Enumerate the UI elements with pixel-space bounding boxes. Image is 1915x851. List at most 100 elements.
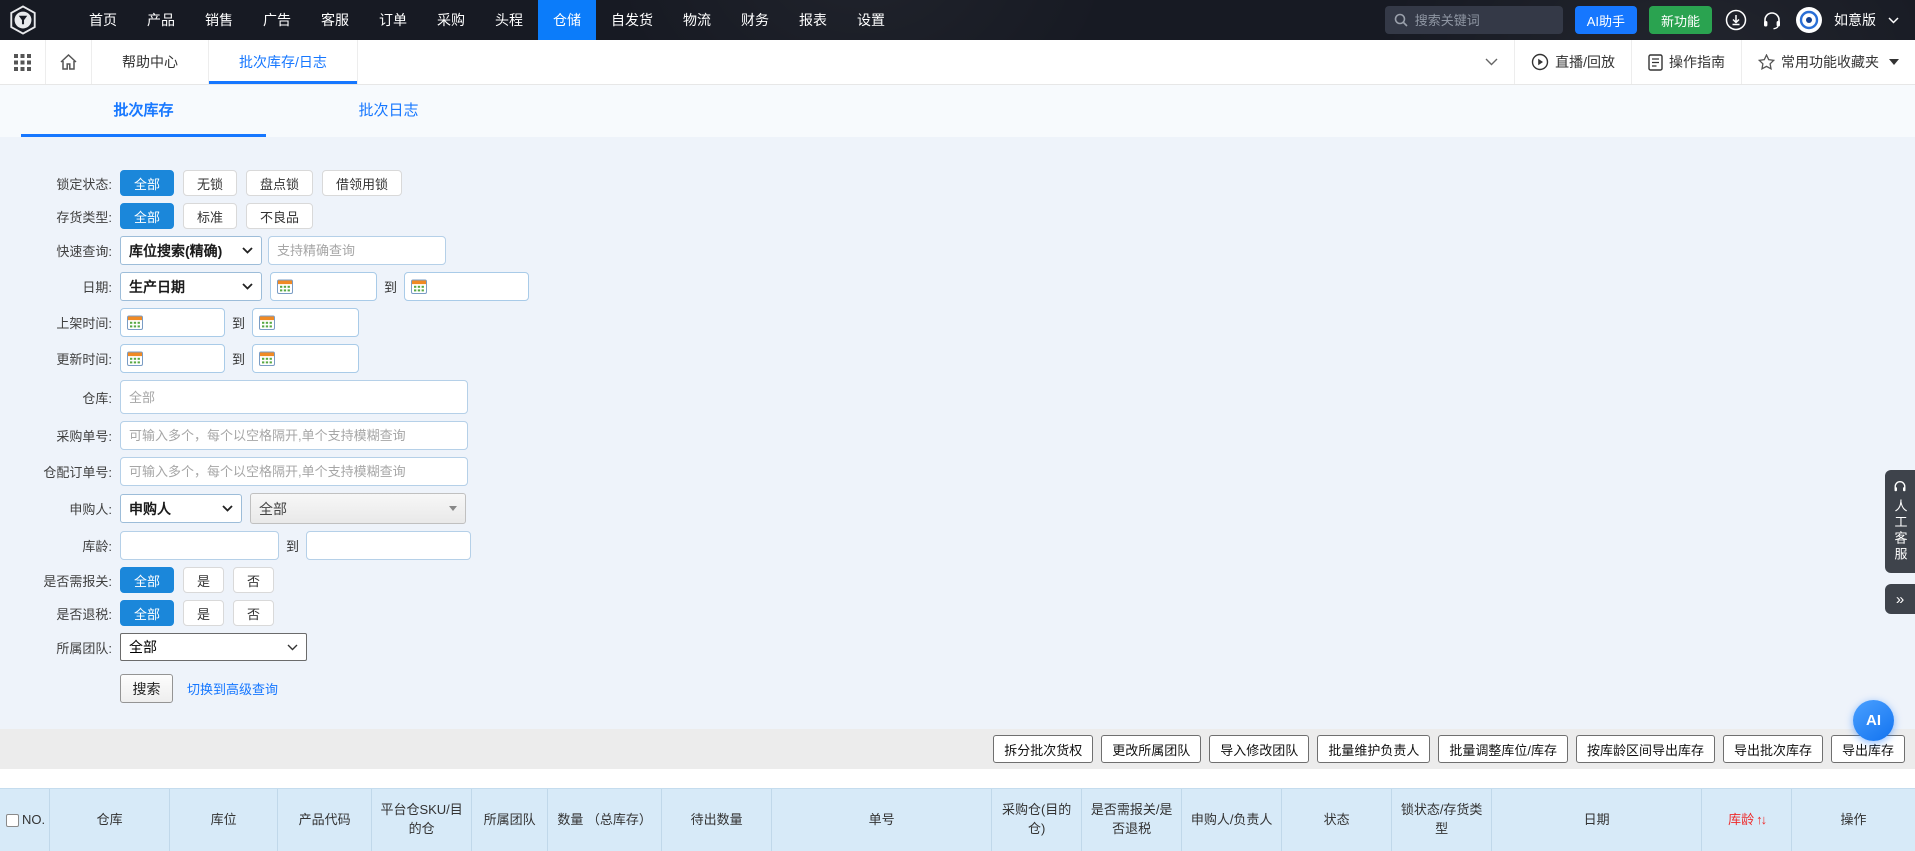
nav-item-reports[interactable]: 报表 [784,0,842,40]
export-batch-inventory-button[interactable]: 导出批次库存 [1722,735,1823,763]
column-header-quantity: 数量 （总库存） [548,789,663,851]
warehouse-input[interactable] [120,380,468,414]
date-end-input[interactable] [404,272,530,301]
date-label: 日期: [82,280,112,295]
nav-item-orders[interactable]: 订单 [364,0,422,40]
user-avatar[interactable] [1796,7,1822,33]
advanced-search-link[interactable]: 切换到高级查询 [187,679,278,698]
nav-item-logistics[interactable]: 物流 [668,0,726,40]
app-logo-icon[interactable] [8,5,38,35]
download-icon[interactable] [1724,8,1748,32]
nav-item-product[interactable]: 产品 [132,0,190,40]
operation-guide-button[interactable]: 操作指南 [1632,40,1741,84]
collapse-panel-button[interactable]: » [1885,584,1915,614]
lock-status-option-unlocked[interactable]: 无锁 [183,170,238,196]
column-header-purchase-warehouse: 采购仓(目的仓) [992,789,1083,851]
column-header-team: 所属团队 [472,789,549,851]
purchase-no-input[interactable] [120,421,468,450]
export-by-age-range-button[interactable]: 按库龄区间导出库存 [1575,735,1715,763]
nav-item-finance[interactable]: 财务 [726,0,784,40]
search-button[interactable]: 搜索 [120,674,173,703]
favorites-menu-button[interactable]: 常用功能收藏夹 [1742,40,1915,84]
warehouse-label: 仓库: [82,390,112,406]
column-header-date: 日期 [1492,789,1703,851]
home-icon[interactable] [46,40,92,84]
update-time-start-input[interactable] [120,344,225,373]
fulfill-order-no-label: 仓配订单号: [43,465,112,480]
tab-collapse-chevron-icon[interactable] [1469,40,1514,84]
tax-refund-option-yes[interactable]: 是 [183,600,225,626]
shelf-time-end-input[interactable] [252,308,360,337]
shelf-time-start-input[interactable] [120,308,225,337]
fulfill-order-no-input[interactable] [120,457,468,486]
chevron-down-icon [222,505,233,512]
need-customs-option-all[interactable]: 全部 [120,567,175,593]
column-header-stock-age-sortable[interactable]: 库龄 ↑↓ [1702,789,1793,851]
tab-bar-right: 直播/回放 操作指南 常用功能收藏夹 [1469,40,1915,84]
lock-status-option-stocktake-lock[interactable]: 盘点锁 [246,170,314,196]
live-replay-button[interactable]: 直播/回放 [1515,40,1631,84]
nav-item-sales[interactable]: 销售 [190,0,248,40]
quick-search-type-select[interactable]: 库位搜索(精确) [120,236,262,265]
stock-age-min-input[interactable] [120,531,279,560]
column-header-warehouse: 仓库 [50,789,171,851]
batch-adjust-location-button[interactable]: 批量调整库位/库存 [1438,735,1568,763]
chevron-down-icon [287,644,298,650]
date-start-input[interactable] [270,272,377,301]
nav-item-home[interactable]: 首页 [74,0,132,40]
lock-status-option-borrow-lock[interactable]: 借领用锁 [322,170,403,196]
nav-item-first-leg[interactable]: 头程 [480,0,538,40]
global-search-input[interactable] [1414,12,1545,28]
stock-type-option-defective[interactable]: 不良品 [246,203,314,229]
version-chevron-down-icon[interactable] [1888,16,1899,24]
quick-search-type-value: 库位搜索(精确) [129,242,223,259]
requester-person-select[interactable]: 全部 [250,493,466,524]
stock-type-option-standard[interactable]: 标准 [183,203,238,229]
quick-search-input[interactable] [268,236,446,265]
tab-batch-inventory-log[interactable]: 批次库存/日志 [209,40,358,84]
date-type-select[interactable]: 生产日期 [120,272,262,301]
column-header-operations: 操作 [1840,811,1867,827]
team-select[interactable]: 全部 [120,633,307,661]
favorites-label: 常用功能收藏夹 [1781,54,1879,70]
nav-item-warehouse[interactable]: 仓储 [538,0,596,40]
ai-assistant-button[interactable]: AI助手 [1574,6,1637,34]
stock-type-option-all[interactable]: 全部 [120,203,175,229]
requester-label: 申购人: [69,502,112,517]
tax-refund-option-all[interactable]: 全部 [120,600,175,626]
nav-item-service[interactable]: 客服 [306,0,364,40]
new-feature-button[interactable]: 新功能 [1648,6,1712,34]
nav-item-settings[interactable]: 设置 [842,0,900,40]
play-circle-icon [1531,53,1549,71]
global-search-box[interactable] [1384,6,1563,34]
headset-icon[interactable] [1760,8,1784,32]
import-modify-team-button[interactable]: 导入修改团队 [1209,735,1310,763]
subtab-batch-log[interactable]: 批次日志 [266,85,511,137]
nav-item-self-delivery[interactable]: 自发货 [596,0,668,40]
need-customs-option-no[interactable]: 否 [233,567,275,593]
filter-row-purchase-no: 采购单号: [0,421,1915,450]
stock-age-max-input[interactable] [306,531,472,560]
column-header-customs-tax: 是否需报关/是否退税 [1082,789,1183,851]
lock-status-option-all[interactable]: 全部 [120,170,175,196]
version-label[interactable]: 如意版 [1834,10,1876,30]
update-time-end-input[interactable] [252,344,360,373]
requester-type-select[interactable]: 申购人 [120,494,242,523]
nav-item-purchase[interactable]: 采购 [422,0,480,40]
operation-guide-label: 操作指南 [1669,54,1725,70]
filter-row-stock-age: 库龄: 到 [0,531,1915,560]
batch-maintain-owner-button[interactable]: 批量维护负责人 [1317,735,1431,763]
date-type-value: 生产日期 [129,278,185,295]
customer-service-widget[interactable]: 人工客服 [1885,470,1915,573]
select-all-checkbox[interactable] [6,813,19,827]
change-team-button[interactable]: 更改所属团队 [1101,735,1202,763]
filter-row-date: 日期: 生产日期 到 [0,272,1915,301]
ai-float-button[interactable]: AI [1853,700,1894,741]
apps-grid-icon[interactable] [0,40,46,84]
need-customs-option-yes[interactable]: 是 [183,567,225,593]
subtab-batch-inventory[interactable]: 批次库存 [21,85,266,137]
split-batch-ownership-button[interactable]: 拆分批次货权 [993,735,1094,763]
tax-refund-option-no[interactable]: 否 [233,600,275,626]
tab-help-center[interactable]: 帮助中心 [92,40,209,84]
nav-item-ads[interactable]: 广告 [248,0,306,40]
